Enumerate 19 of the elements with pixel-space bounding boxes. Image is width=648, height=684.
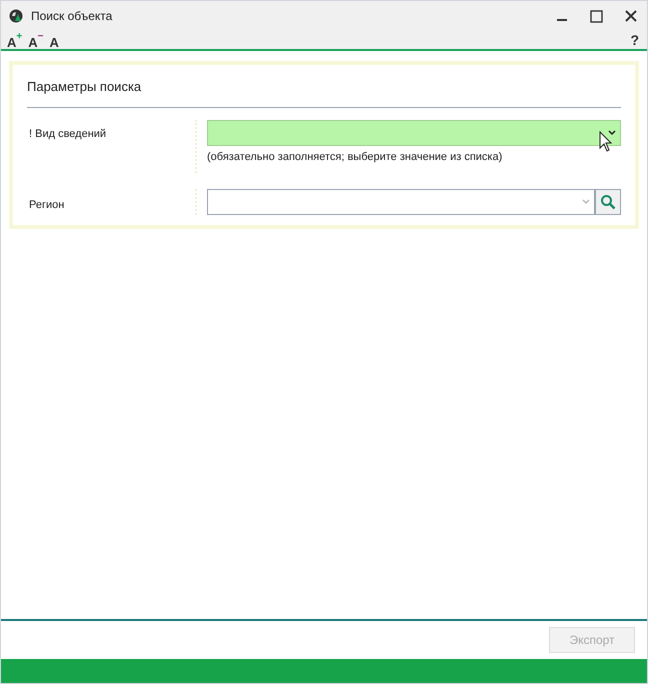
search-icon bbox=[600, 194, 616, 210]
hint-text: (обязательно заполняется; выберите значение из списка) bbox=[207, 150, 504, 164]
window-title: Поиск объекта bbox=[31, 8, 112, 25]
panel-title: Параметры поиска bbox=[27, 65, 621, 108]
cursor-icon bbox=[599, 131, 613, 153]
globe-tree-icon bbox=[9, 9, 23, 23]
maximize-icon[interactable] bbox=[590, 10, 603, 22]
chevron-down-icon bbox=[582, 199, 590, 205]
chevron-down-icon bbox=[608, 130, 616, 136]
help-button[interactable]: ? bbox=[630, 30, 639, 50]
font-decrease-button[interactable]: A− bbox=[28, 32, 44, 48]
dropdown-field[interactable] bbox=[207, 120, 621, 146]
field-label: Регион bbox=[29, 199, 64, 211]
search-button[interactable] bbox=[595, 189, 621, 215]
font-reset-button[interactable]: A bbox=[49, 32, 59, 48]
dropdown-field[interactable] bbox=[207, 189, 595, 215]
close-icon[interactable] bbox=[625, 10, 637, 22]
field-label: ! Вид сведений bbox=[29, 128, 106, 140]
font-increase-button[interactable]: A+ bbox=[7, 32, 22, 48]
